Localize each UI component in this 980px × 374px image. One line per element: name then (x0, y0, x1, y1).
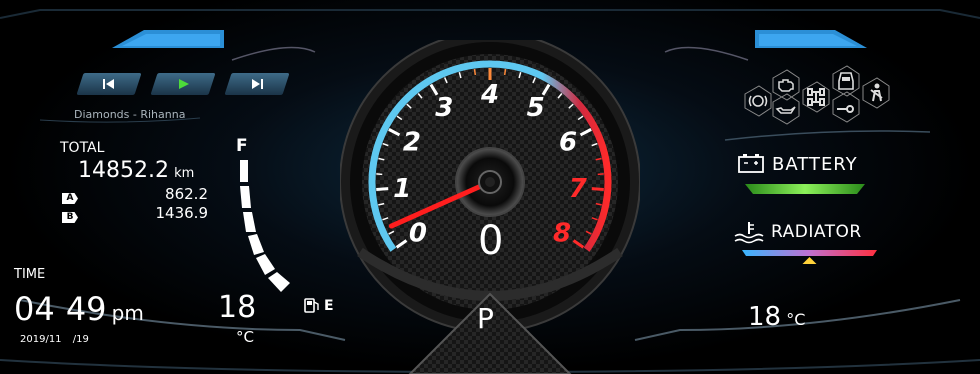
trip-a-value: 862.2 (165, 185, 208, 203)
inside-temp-value: 18 (218, 290, 257, 325)
time-minute: 49 (65, 290, 107, 328)
speed-readout: 0 (478, 218, 504, 264)
tachometer-number-2: 2 (403, 127, 421, 157)
drivetrain-icon (807, 88, 825, 106)
play-button[interactable] (150, 73, 216, 95)
warning-icons-cluster (735, 64, 915, 134)
fuel-level-bars (240, 160, 290, 292)
tachometer-number-7: 7 (569, 174, 588, 204)
date-day: /19 (72, 334, 89, 345)
trip-a-badge: A (62, 193, 78, 204)
tachometer-number-3: 3 (435, 93, 453, 123)
previous-track-button[interactable] (76, 73, 142, 95)
odometer-total: 14852.2 km (78, 158, 194, 183)
battery-status-bar (745, 184, 865, 194)
turn-signal-left-icon (112, 30, 224, 48)
oil-pressure-icon (775, 106, 796, 114)
time-label: TIME (14, 267, 46, 282)
outside-temp: 18 °C (748, 302, 805, 332)
trip-a-row: A 862.2 (62, 185, 210, 204)
trip-b-row: B 1436.9 (62, 204, 210, 223)
instrument-cluster: Diamonds - Rihanna TOTAL 14852.2 km A 86… (0, 0, 980, 374)
fuel-empty-label: E (324, 298, 334, 314)
tachometer-tick (591, 187, 604, 191)
tachometer-tick (473, 68, 477, 76)
fuel-pump-icon (304, 298, 319, 313)
date-year-month: 2019/11 (20, 334, 62, 345)
inside-temp-unit: °C (236, 328, 254, 346)
radiator-level-marker (802, 257, 817, 264)
trip-b-value: 1436.9 (155, 204, 209, 222)
time-ampm: pm (111, 301, 144, 325)
tachometer-number-0: 0 (409, 218, 427, 248)
odometer-unit: km (174, 166, 195, 181)
brake-warning-icon (748, 95, 768, 107)
radiator-label: RADIATOR (771, 222, 862, 242)
skip-previous-icon (103, 79, 114, 89)
trip-b-badge: B (62, 212, 78, 223)
skip-next-icon (252, 79, 263, 89)
coolant-temp-icon (734, 222, 764, 244)
seatbelt-icon (870, 83, 883, 102)
next-track-button[interactable] (224, 73, 290, 95)
now-playing-text: Diamonds - Rihanna (74, 108, 186, 121)
time-display: 04 49 pm (14, 290, 144, 328)
door-open-icon (838, 72, 854, 90)
turn-signal-right-icon (755, 30, 867, 48)
tachometer-tick (376, 187, 389, 191)
odometer-total-value: 14852.2 (78, 158, 169, 183)
battery-icon (738, 154, 764, 173)
date-display: 2019/11 /19 (20, 334, 89, 345)
tachometer-number-6: 6 (559, 127, 577, 157)
battery-label: BATTERY (772, 154, 858, 175)
time-hour: 04 (14, 290, 55, 328)
gear-indicator: P (477, 302, 494, 335)
outside-temp-value: 18 (748, 302, 782, 332)
service-wrench-icon (837, 105, 854, 114)
outside-temp-unit: °C (786, 310, 806, 329)
tachometer-number-5: 5 (527, 93, 545, 123)
radiator-temp-gauge (742, 250, 877, 264)
engine-check-icon (778, 79, 794, 92)
fuel-full-label: F (236, 136, 248, 156)
odometer-label: TOTAL (60, 140, 105, 156)
play-icon (179, 79, 189, 89)
tachometer-number-1: 1 (393, 174, 411, 204)
tachometer-number-8: 8 (553, 218, 571, 248)
tachometer-number-4: 4 (480, 80, 499, 110)
tachometer-tick (503, 68, 507, 76)
